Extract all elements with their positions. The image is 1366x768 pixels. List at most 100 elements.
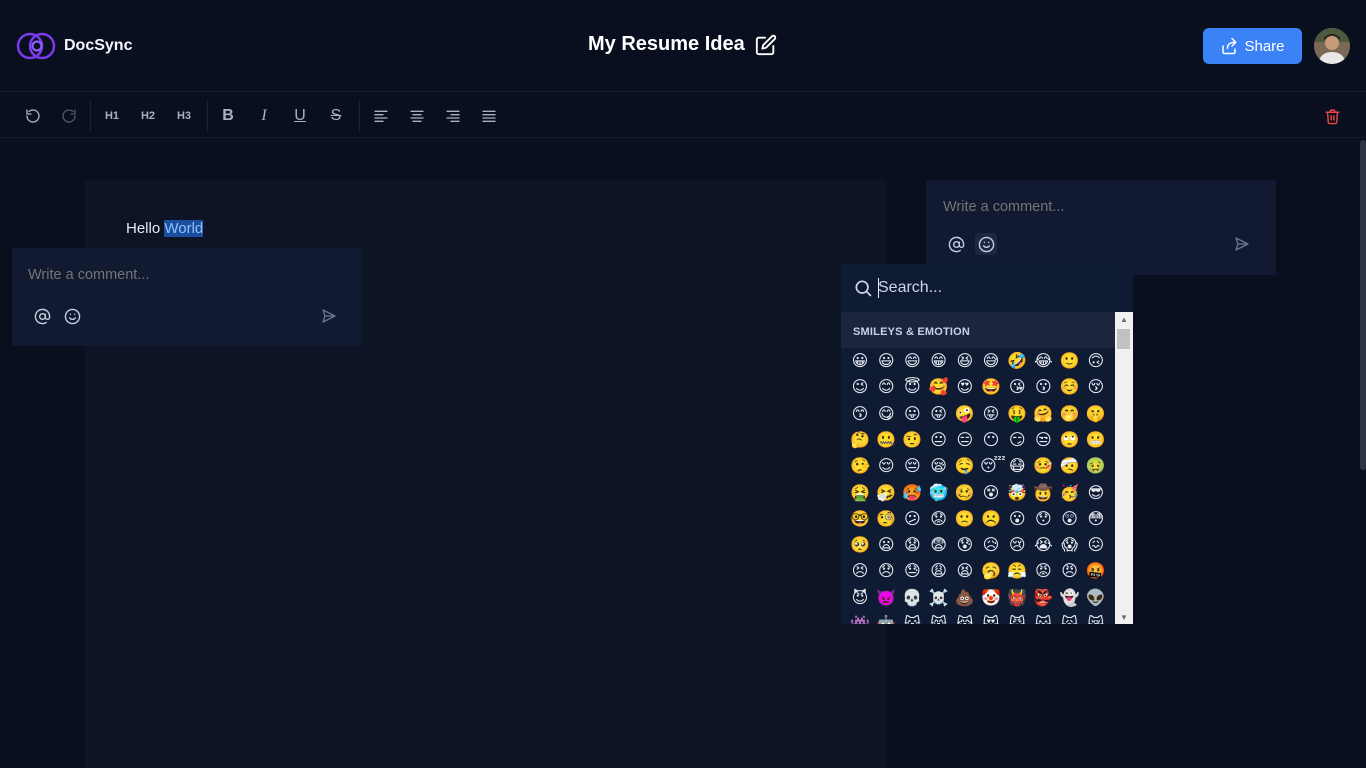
emoji-item[interactable]: 🤓 [849,508,871,530]
emoji-item[interactable]: 😣 [849,560,871,582]
send-comment-button[interactable] [319,306,339,326]
emoji-item[interactable]: 😡 [1032,560,1054,582]
emoji-item[interactable]: 🙁 [954,508,976,530]
emoji-item[interactable]: 😄 [901,350,923,372]
emoji-item[interactable]: 😷 [1006,455,1028,477]
emoji-item[interactable]: 😙 [849,403,871,425]
emoji-item[interactable]: 😁 [928,350,950,372]
undo-button[interactable] [22,105,44,127]
emoji-item[interactable]: 😰 [954,534,976,556]
emoji-item[interactable]: 😿 [1085,613,1107,624]
document-paragraph[interactable]: Hello World [126,220,204,237]
emoji-item[interactable]: 🤩 [980,376,1002,398]
emoji-item[interactable]: 🤒 [1032,455,1054,477]
user-avatar[interactable] [1314,28,1350,64]
emoji-item[interactable]: ☹️ [980,508,1002,530]
emoji-item[interactable]: 😳 [1085,508,1107,530]
emoji-item[interactable]: 🙃 [1085,350,1107,372]
emoji-item[interactable]: 😎 [1085,482,1107,504]
emoji-item[interactable]: 😀 [849,350,871,372]
emoji-item[interactable]: 🤔 [849,429,871,451]
app-logo[interactable]: DocSync [16,30,132,62]
emoji-item[interactable]: 😧 [901,534,923,556]
emoji-item[interactable]: 😬 [1085,429,1107,451]
emoji-item[interactable]: 😔 [901,455,923,477]
emoji-item[interactable]: 😊 [875,376,897,398]
bold-button[interactable]: B [217,105,239,127]
heading2-button[interactable]: H2 [137,105,159,127]
emoji-item[interactable]: 🤕 [1059,455,1081,477]
emoji-item[interactable]: 😫 [954,560,976,582]
emoji-item[interactable]: 😚 [1085,376,1107,398]
scrollbar-thumb[interactable] [1117,329,1130,349]
emoji-item[interactable]: 😖 [1085,534,1107,556]
emoji-button[interactable] [61,305,83,327]
emoji-item[interactable]: 🧐 [875,508,897,530]
emoji-scrollbar[interactable]: ▲ ▼ [1115,312,1133,624]
scroll-down-arrow[interactable]: ▼ [1115,610,1133,624]
emoji-item[interactable]: 😺 [901,613,923,624]
emoji-item[interactable]: 😼 [1006,613,1028,624]
emoji-item[interactable]: 🤬 [1085,560,1107,582]
emoji-item[interactable]: 😠 [1059,560,1081,582]
emoji-item[interactable]: 😜 [928,403,950,425]
emoji-item[interactable]: 😭 [1032,534,1054,556]
heading1-button[interactable]: H1 [101,105,123,127]
emoji-item[interactable]: 😗 [1032,376,1054,398]
emoji-item[interactable]: 🤐 [875,429,897,451]
emoji-item[interactable]: 🤫 [1085,403,1107,425]
emoji-item[interactable]: 😴 [980,455,1006,477]
heading3-button[interactable]: H3 [173,105,195,127]
share-button[interactable]: Share [1203,28,1302,64]
align-right-button[interactable] [442,105,464,127]
edit-title-icon[interactable] [755,34,777,56]
emoji-item[interactable]: ☠️ [928,587,950,609]
emoji-item[interactable]: 🙄 [1059,429,1081,451]
emoji-item[interactable]: 🤖 [875,613,897,624]
emoji-item[interactable]: 😕 [901,508,923,530]
emoji-item[interactable]: 🥶 [928,482,950,504]
underline-button[interactable]: U [289,105,311,127]
emoji-item[interactable]: 🤣 [1006,350,1028,372]
page-scrollbar[interactable] [1360,140,1366,470]
emoji-item[interactable]: 🥵 [901,482,923,504]
emoji-item[interactable]: 😯 [1032,508,1054,530]
emoji-item[interactable]: 😹 [954,613,976,624]
emoji-item[interactable]: 😈 [849,587,871,609]
emoji-search-input[interactable] [878,276,1108,300]
scroll-up-arrow[interactable]: ▲ [1115,312,1133,326]
emoji-item[interactable]: 🤧 [875,482,897,504]
emoji-item[interactable]: 😏 [1006,429,1028,451]
emoji-item[interactable]: 😑 [954,429,976,451]
emoji-item[interactable]: 🤨 [901,429,923,451]
emoji-item[interactable]: 🤪 [954,403,976,425]
emoji-item[interactable]: 😦 [875,534,897,556]
emoji-item[interactable]: 🤑 [1006,403,1028,425]
emoji-item[interactable]: 😽 [1032,613,1054,624]
emoji-item[interactable]: 😮 [1006,508,1028,530]
emoji-item[interactable]: 😍 [954,376,976,398]
emoji-item[interactable]: 😞 [875,560,897,582]
emoji-item[interactable]: 😝 [980,403,1002,425]
emoji-item[interactable]: 🤭 [1059,403,1081,425]
emoji-item[interactable]: 👾 [849,613,871,624]
emoji-item[interactable]: 🤠 [1032,482,1054,504]
emoji-item[interactable]: 😢 [1006,534,1028,556]
emoji-item[interactable]: 😩 [928,560,950,582]
comment-input[interactable] [943,197,1243,217]
emoji-item[interactable]: 😆 [954,350,976,372]
comment-input[interactable] [28,265,328,285]
align-justify-button[interactable] [478,105,500,127]
emoji-item[interactable]: 😘 [1006,376,1028,398]
emoji-item[interactable]: 🙂 [1059,350,1081,372]
emoji-item[interactable]: 🥱 [980,560,1002,582]
mention-button[interactable] [31,305,53,327]
emoji-item[interactable]: ☺️ [1059,376,1081,398]
emoji-item[interactable]: 👺 [1032,587,1054,609]
emoji-item[interactable]: 😒 [1032,429,1054,451]
emoji-item[interactable]: 😓 [901,560,923,582]
emoji-item[interactable]: 😻 [980,613,1002,624]
emoji-item[interactable]: 😤 [1006,560,1028,582]
emoji-item[interactable]: 🤯 [1006,482,1028,504]
emoji-item[interactable]: 😪 [928,455,950,477]
